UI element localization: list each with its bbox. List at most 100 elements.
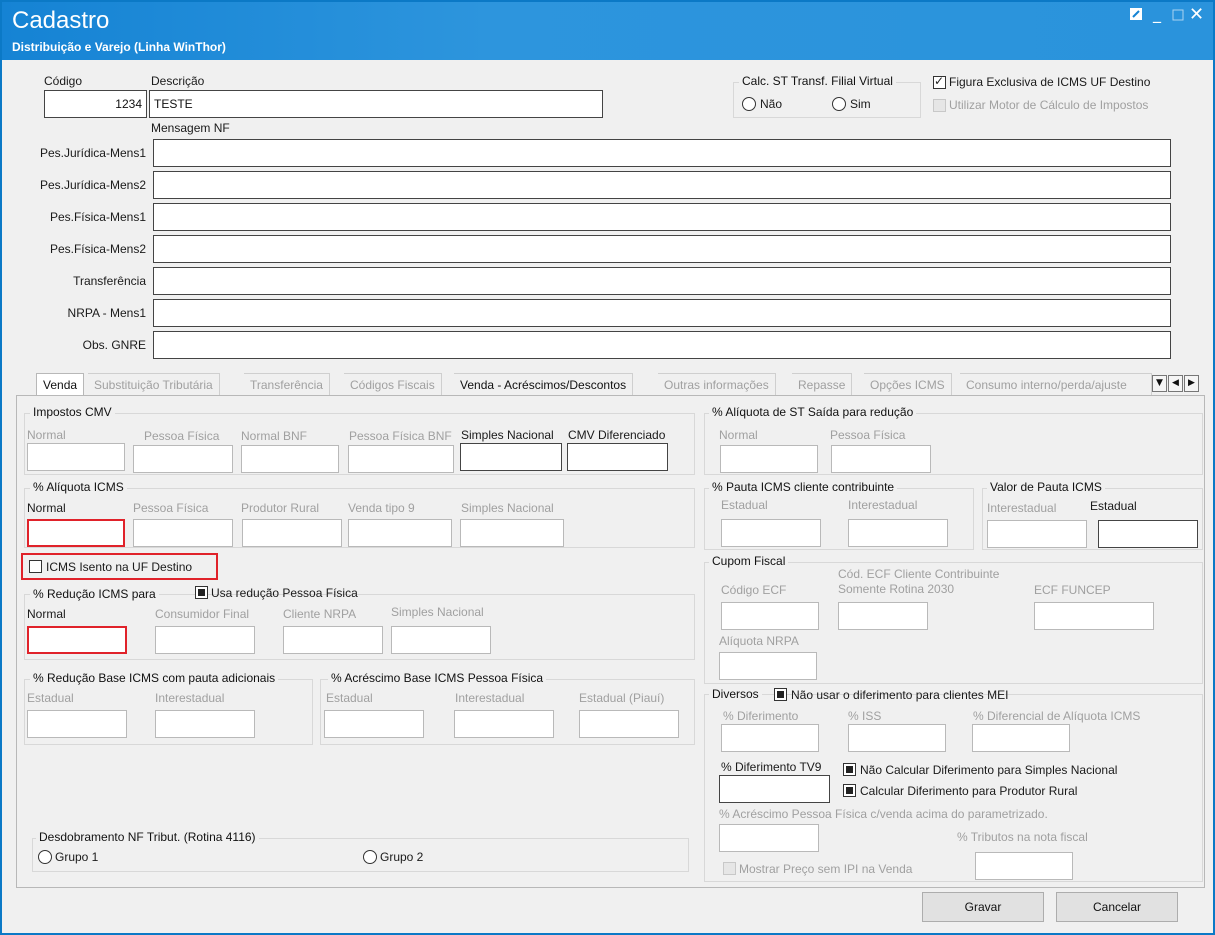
obs-gnre-input[interactable] xyxy=(153,331,1171,359)
usa-reducao-pf-checkbox[interactable] xyxy=(195,586,208,599)
radio-sim[interactable] xyxy=(832,97,846,111)
pauta-estadual-input[interactable] xyxy=(721,519,821,547)
iss-input[interactable] xyxy=(848,724,946,752)
tab-codigos-fiscais[interactable]: Códigos Fiscais xyxy=(344,373,442,395)
tab-scroll-left-icon[interactable]: ◀ xyxy=(1168,375,1183,392)
tab-dropdown-icon[interactable]: ▼ xyxy=(1152,375,1167,392)
red-simples-input[interactable] xyxy=(391,626,491,654)
descricao-label: Descrição xyxy=(151,74,205,88)
rb-interestadual-input[interactable] xyxy=(155,710,255,738)
gravar-button[interactable]: Gravar xyxy=(922,892,1044,922)
cmv-simples-input[interactable] xyxy=(460,443,562,471)
minimize-icon[interactable]: _ xyxy=(1153,4,1161,23)
aliq-produtor-input[interactable] xyxy=(242,519,342,547)
cmv-normal-bnf-input[interactable] xyxy=(241,445,339,473)
diferimento-input[interactable] xyxy=(721,724,819,752)
nao-calcular-checkbox[interactable] xyxy=(843,763,856,776)
st-normal-label: Normal xyxy=(719,428,758,442)
valor-pauta-title: Valor de Pauta ICMS xyxy=(987,480,1105,494)
nrpa-mens1-input[interactable] xyxy=(153,299,1171,327)
aliq-venda9-input[interactable] xyxy=(348,519,452,547)
tab-opcoes-icms[interactable]: Opções ICMS xyxy=(864,373,952,395)
tributos-nota-input[interactable] xyxy=(975,852,1073,880)
diferimento-tv9-input[interactable] xyxy=(719,775,830,803)
icms-isento-label: ICMS Isento na UF Destino xyxy=(46,560,193,574)
vp-estadual-input[interactable] xyxy=(1098,520,1198,548)
red-nrpa-input[interactable] xyxy=(283,626,383,654)
msg-label: NRPA - Mens1 xyxy=(67,306,146,320)
diversos-title: Diversos xyxy=(709,687,762,701)
msg-label: Pes.Física-Mens2 xyxy=(49,242,146,256)
close-icon[interactable]: ✕ xyxy=(1189,4,1204,25)
cod-ecf-cliente-label-2: Somente Rotina 2030 xyxy=(838,582,955,596)
figura-exclusiva-checkbox[interactable] xyxy=(933,74,946,89)
mostrar-preco-checkbox[interactable] xyxy=(723,862,736,875)
pauta-estadual-label: Estadual xyxy=(721,498,768,512)
vp-interestadual-input[interactable] xyxy=(987,520,1087,548)
red-normal-input[interactable] xyxy=(27,626,127,654)
tab-substituicao-tributaria[interactable]: Substituição Tributária xyxy=(88,373,220,395)
cancelar-button[interactable]: Cancelar xyxy=(1056,892,1178,922)
transferencia-input[interactable] xyxy=(153,267,1171,295)
ab-piaui-input[interactable] xyxy=(579,710,679,738)
pj-mens1-input[interactable] xyxy=(153,139,1171,167)
icms-isento-checkbox[interactable] xyxy=(29,560,42,573)
tab-consumo-interno[interactable]: Consumo interno/perda/ajuste xyxy=(960,373,1152,395)
grupo2-radio[interactable] xyxy=(363,850,377,864)
calcular-produtor-checkbox[interactable] xyxy=(843,784,856,797)
cod-ecf-cliente-label-1: Cód. ECF Cliente Contribuinte xyxy=(838,567,1000,581)
aliq-simples-input[interactable] xyxy=(460,519,564,547)
ab-piaui-label: Estadual (Piauí) xyxy=(579,691,665,705)
codigo-ecf-label: Código ECF xyxy=(721,583,787,597)
ab-estadual-input[interactable] xyxy=(324,710,424,738)
utilizar-motor-label: Utilizar Motor de Cálculo de Impostos xyxy=(949,98,1149,112)
aliq-normal-input[interactable] xyxy=(27,519,125,547)
ab-interestadual-input[interactable] xyxy=(454,710,554,738)
tab-transferencia[interactable]: Transferência xyxy=(244,373,330,395)
tab-venda-acrescimos[interactable]: Venda - Acréscimos/Descontos xyxy=(454,373,634,395)
aliq-normal-label: Normal xyxy=(27,501,66,515)
grupo1-radio[interactable] xyxy=(38,850,52,864)
maximize-icon[interactable] xyxy=(1172,6,1184,25)
acrescimo-pf-label: % Acréscimo Pessoa Física c/venda acima … xyxy=(719,807,1048,821)
calc-st-title: Calc. ST Transf. Filial Virtual xyxy=(739,74,896,88)
aliquota-st-title: % Alíquota de ST Saída para redução xyxy=(709,405,917,419)
pf-mens1-input[interactable] xyxy=(153,203,1171,231)
aliq-produtor-label: Produtor Rural xyxy=(241,501,320,515)
tributos-nota-label: % Tributos na nota fiscal xyxy=(957,830,1088,844)
pj-mens2-input[interactable] xyxy=(153,171,1171,199)
st-pf-input[interactable] xyxy=(831,445,931,473)
aliq-pf-input[interactable] xyxy=(133,519,233,547)
cmv-pf-bnf-input[interactable] xyxy=(348,445,454,473)
cmv-normal-label: Normal xyxy=(27,428,66,442)
ecf-funcep-label: ECF FUNCEP xyxy=(1034,583,1111,597)
codigo-label: Código xyxy=(44,74,83,88)
pf-mens2-input[interactable] xyxy=(153,235,1171,263)
nao-usar-diferimento-checkbox[interactable] xyxy=(774,688,787,701)
radio-nao[interactable] xyxy=(742,97,756,111)
codigo-input[interactable]: 1234 xyxy=(44,90,147,118)
cmv-pf-input[interactable] xyxy=(133,445,233,473)
cmv-pf-bnf-label: Pessoa Física BNF xyxy=(349,429,452,443)
cmv-normal-input[interactable] xyxy=(27,443,125,471)
diferencial-input[interactable] xyxy=(972,724,1070,752)
tab-outras-informacoes[interactable]: Outras informações xyxy=(658,373,776,395)
ecf-funcep-input[interactable] xyxy=(1034,602,1154,630)
tab-venda[interactable]: Venda xyxy=(36,373,85,395)
cmv-diferenciado-input[interactable] xyxy=(567,443,668,471)
tab-repasse[interactable]: Repasse xyxy=(792,373,853,395)
rb-estadual-input[interactable] xyxy=(27,710,127,738)
red-consumidor-input[interactable] xyxy=(155,626,255,654)
aliquota-nrpa-input[interactable] xyxy=(719,652,817,680)
tab-scroll-right-icon[interactable]: ▶ xyxy=(1184,375,1199,392)
cod-ecf-cliente-input[interactable] xyxy=(838,602,928,630)
vp-estadual-label: Estadual xyxy=(1090,499,1137,513)
acrescimo-pf-input[interactable] xyxy=(719,824,819,852)
restore-icon[interactable] xyxy=(1129,6,1143,25)
reducao-icms-title: % Redução ICMS para xyxy=(30,587,159,601)
st-normal-input[interactable] xyxy=(720,445,818,473)
pauta-interestadual-input[interactable] xyxy=(848,519,948,547)
utilizar-motor-checkbox[interactable] xyxy=(933,99,946,112)
descricao-input[interactable]: TESTE xyxy=(149,90,603,118)
codigo-ecf-input[interactable] xyxy=(721,602,819,630)
